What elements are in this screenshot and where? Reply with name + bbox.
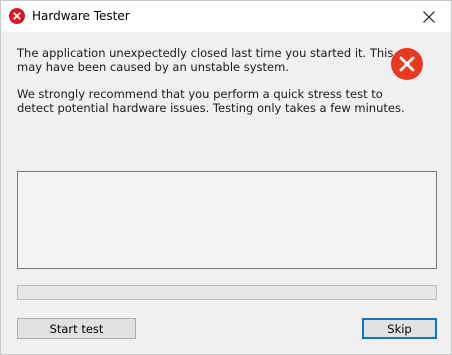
- message-line: detect potential hardware issues. Testin…: [17, 101, 405, 115]
- crash-message: The application unexpectedly closed last…: [17, 46, 394, 74]
- progress-bar: [17, 285, 437, 300]
- skip-button[interactable]: Skip: [362, 318, 437, 339]
- dialog-window: Hardware Tester The application unexpect…: [0, 0, 452, 355]
- message-line: The application unexpectedly closed last…: [17, 46, 394, 60]
- error-icon: [9, 8, 25, 24]
- window-title: Hardware Tester: [32, 9, 130, 23]
- close-icon: [423, 10, 435, 23]
- error-icon: [391, 48, 423, 80]
- test-output-box[interactable]: [17, 171, 437, 269]
- recommendation-message: We strongly recommend that you perform a…: [17, 87, 405, 115]
- message-line: We strongly recommend that you perform a…: [17, 87, 383, 101]
- message-line: may have been caused by an unstable syst…: [17, 60, 289, 74]
- title-bar[interactable]: Hardware Tester: [1, 1, 451, 32]
- close-button[interactable]: [407, 1, 451, 32]
- start-test-button[interactable]: Start test: [17, 318, 136, 339]
